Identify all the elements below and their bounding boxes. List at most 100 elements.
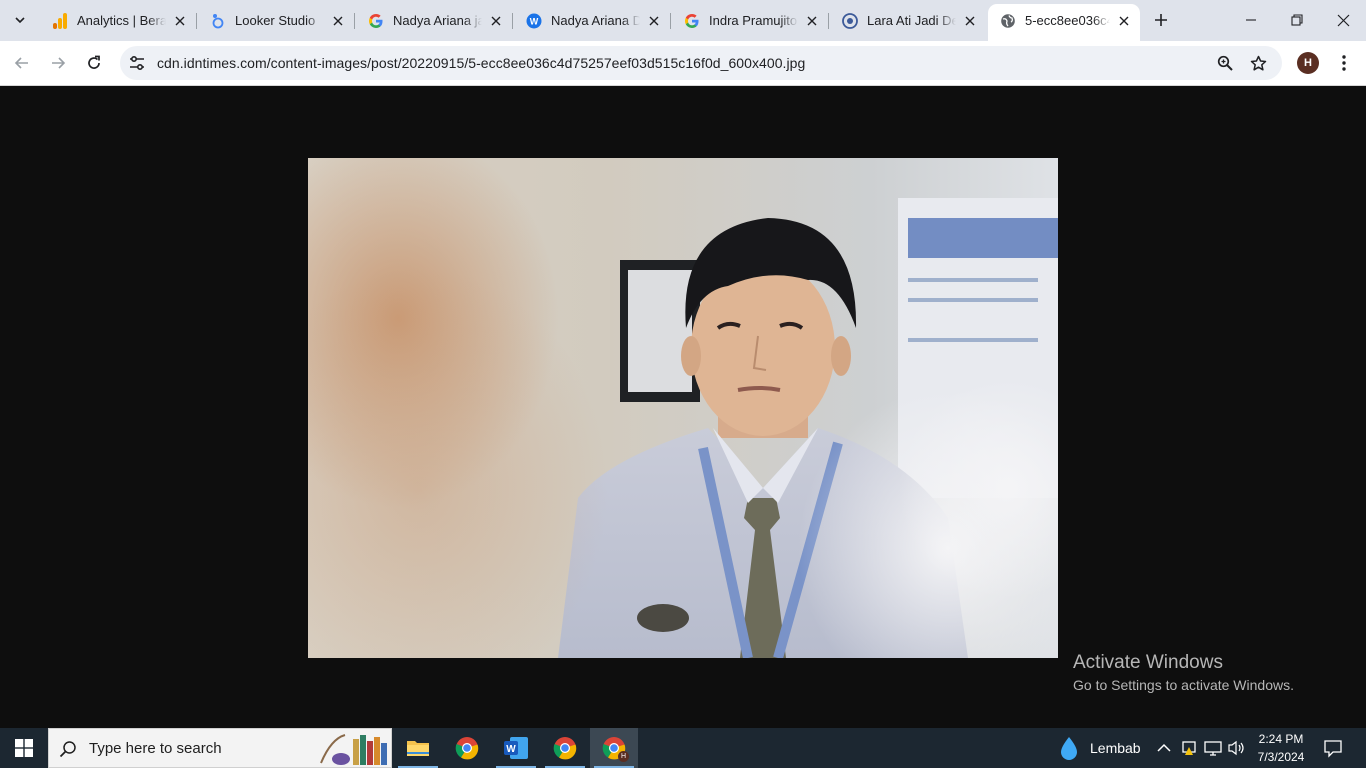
tab-title: 5-ecc8ee036c4d75257eef03d515c16f0d_600x4… — [1025, 13, 1110, 28]
svg-text:W: W — [506, 744, 516, 755]
notification-icon — [1324, 740, 1342, 758]
google-icon — [684, 13, 700, 29]
site-globe-icon — [842, 12, 858, 29]
tab-strip: Analytics | Beranda Looker Studio Nadya … — [0, 0, 1366, 41]
search-placeholder: Type here to search — [89, 740, 222, 757]
word-icon: W — [504, 737, 528, 759]
back-button[interactable] — [8, 49, 36, 77]
looker-studio-icon — [210, 13, 226, 29]
chevron-up-icon — [1157, 743, 1171, 752]
reload-button[interactable] — [80, 49, 108, 77]
svg-text:W: W — [530, 16, 539, 26]
tab-title: Indra Pramujito — [709, 13, 798, 28]
displayed-photo[interactable] — [308, 158, 1058, 658]
taskbar-chrome-active[interactable]: H — [590, 728, 638, 768]
tab-separator — [354, 13, 355, 29]
address-bar[interactable]: cdn.idntimes.com/content-images/post/202… — [120, 46, 1282, 80]
image-viewer: Activate Windows Go to Settings to activ… — [0, 87, 1366, 728]
close-icon[interactable] — [172, 13, 188, 29]
tab-title: Lara Ati Jadi Debut — [867, 13, 956, 28]
google-icon — [368, 13, 384, 29]
chrome-icon — [455, 737, 479, 760]
tab-separator — [670, 13, 671, 29]
minimize-button[interactable] — [1228, 0, 1274, 40]
tab-title: Nadya Ariana jadi — [393, 13, 482, 28]
globe-icon — [1000, 13, 1016, 29]
arrow-right-icon — [52, 57, 66, 69]
tab-lara-ati[interactable]: Lara Ati Jadi Debut — [830, 4, 986, 37]
start-button[interactable] — [0, 728, 48, 768]
browser-toolbar: cdn.idntimes.com/content-images/post/202… — [0, 41, 1366, 86]
profile-badge: H — [618, 751, 629, 762]
profile-avatar[interactable]: H — [1297, 52, 1319, 74]
tab-nadya-dapat[interactable]: W Nadya Ariana Dapat — [514, 4, 671, 37]
tab-title: Nadya Ariana Dapat — [551, 13, 640, 28]
reload-icon — [88, 55, 100, 69]
close-icon[interactable] — [804, 13, 820, 29]
arrow-left-icon — [14, 57, 28, 69]
windows-logo-icon — [15, 739, 33, 757]
folder-icon — [407, 741, 429, 756]
plus-icon — [1155, 14, 1167, 26]
browser-menu-button[interactable] — [1334, 51, 1354, 75]
taskbar-search[interactable]: Type here to search — [48, 728, 392, 768]
bookmark-star-icon[interactable] — [1249, 54, 1267, 72]
site-info-icon[interactable] — [128, 54, 146, 72]
close-icon — [1337, 14, 1349, 26]
close-icon[interactable] — [488, 13, 504, 29]
clock-date: 7/3/2024 — [1257, 750, 1305, 764]
minimize-icon — [1246, 19, 1256, 21]
chevron-down-icon — [15, 17, 25, 24]
tab-title: Looker Studio — [235, 13, 316, 28]
taskbar-chrome-profile[interactable] — [541, 728, 589, 768]
photo-illustration — [308, 158, 1058, 658]
windows-taskbar: Type here to search W H Lembab 2:24 PM 7… — [0, 728, 1366, 768]
tab-separator — [512, 13, 513, 29]
tab-separator — [828, 13, 829, 29]
tray-network[interactable] — [1204, 728, 1222, 768]
tab-separator — [196, 13, 197, 29]
restore-icon — [1291, 14, 1303, 26]
tray-volume[interactable] — [1228, 728, 1246, 768]
weather-label: Lembab — [1090, 740, 1141, 756]
close-icon[interactable] — [962, 13, 978, 29]
watermark-subtitle: Go to Settings to activate Windows. — [1073, 677, 1294, 693]
zoom-icon[interactable] — [1216, 54, 1234, 72]
tab-analytics[interactable]: Analytics | Beranda — [40, 4, 197, 37]
weather-widget[interactable]: Lembab — [1058, 728, 1141, 768]
close-window-button[interactable] — [1320, 0, 1366, 40]
chrome-icon — [553, 737, 577, 760]
volume-icon — [1228, 740, 1244, 756]
more-vert-icon — [1342, 55, 1346, 71]
new-tab-button[interactable] — [1149, 8, 1173, 32]
taskbar-file-explorer[interactable] — [394, 728, 442, 768]
tab-search-button[interactable] — [8, 8, 32, 32]
tab-looker-studio[interactable]: Looker Studio — [198, 4, 355, 37]
tab-image-active[interactable]: 5-ecc8ee036c4d75257eef03d515c16f0d_600x4… — [988, 4, 1140, 41]
url-text: cdn.idntimes.com/content-images/post/202… — [157, 55, 806, 71]
water-drop-icon — [1061, 737, 1077, 760]
taskbar-word[interactable]: W — [492, 728, 540, 768]
system-clock[interactable]: 2:24 PM 7/3/2024 — [1252, 730, 1310, 766]
tray-security[interactable] — [1181, 728, 1197, 768]
close-icon[interactable] — [1116, 13, 1132, 29]
action-center-button[interactable] — [1320, 736, 1346, 760]
clock-time: 2:24 PM — [1258, 732, 1304, 746]
search-icon — [59, 741, 76, 758]
tab-google-indra[interactable]: Indra Pramujito — [672, 4, 829, 37]
site-w-icon: W — [526, 13, 542, 29]
search-highlight-illustration — [311, 729, 391, 767]
taskbar-chrome[interactable] — [443, 728, 491, 768]
tab-title: Analytics | Beranda — [77, 13, 166, 28]
network-icon — [1204, 741, 1222, 756]
watermark-title: Activate Windows — [1073, 652, 1223, 673]
close-icon[interactable] — [330, 13, 346, 29]
forward-button[interactable] — [44, 49, 72, 77]
analytics-icon — [52, 12, 68, 29]
security-warning-icon — [1182, 741, 1196, 755]
show-hidden-icons[interactable] — [1157, 728, 1171, 768]
tab-google-nadya[interactable]: Nadya Ariana jadi — [356, 4, 513, 37]
activate-windows-watermark: Activate Windows Go to Settings to activ… — [1073, 652, 1294, 695]
close-icon[interactable] — [646, 13, 662, 29]
restore-button[interactable] — [1274, 0, 1320, 40]
